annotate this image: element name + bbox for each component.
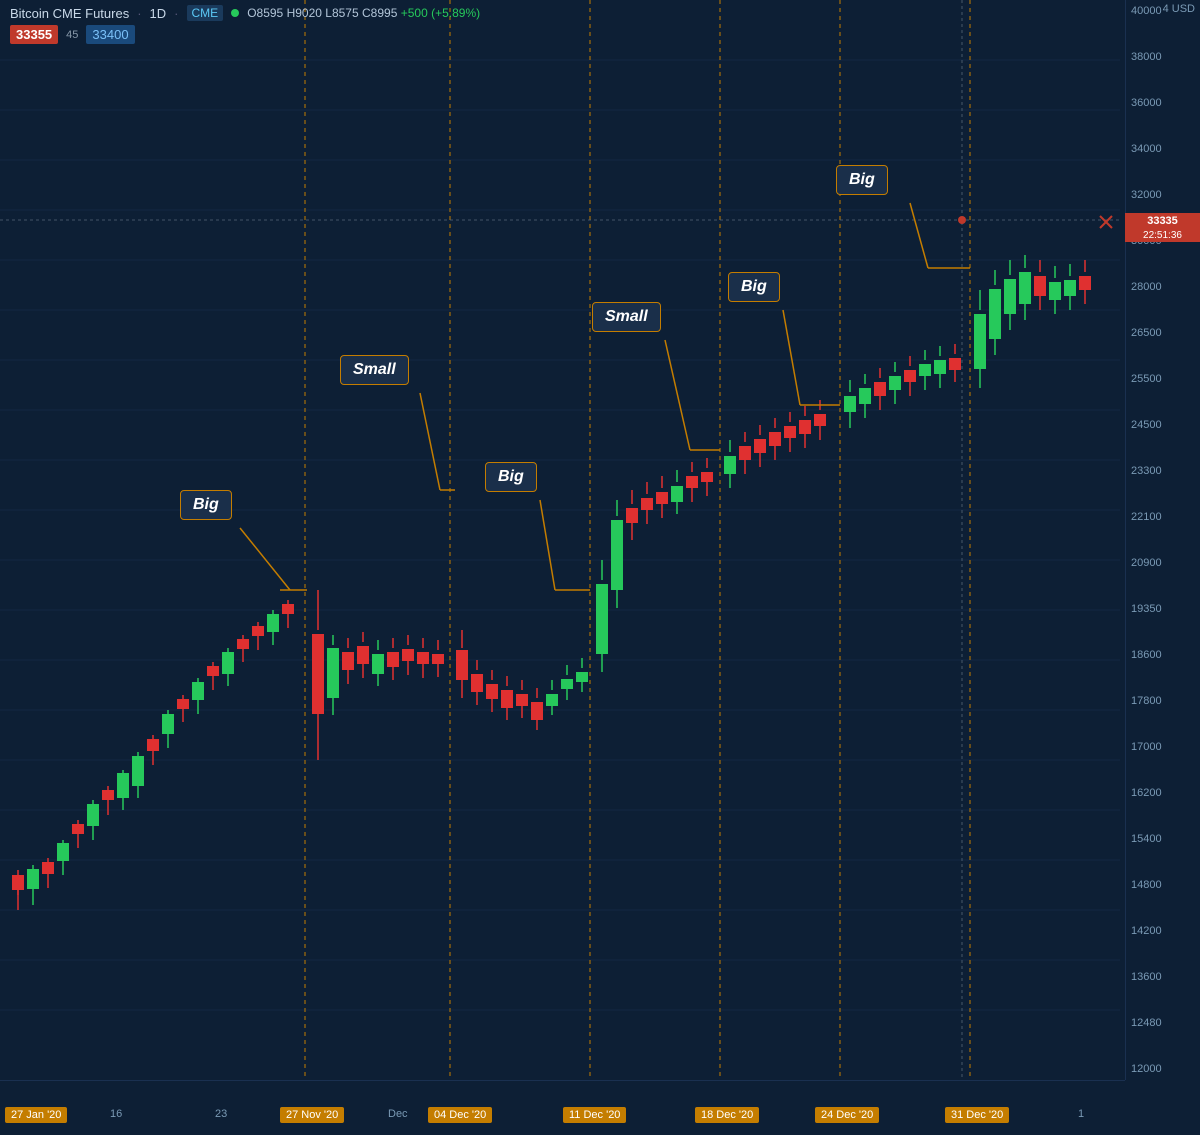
date-badge-jan: 27 Jan '20 [5,1107,67,1123]
exchange-badge: CME [187,5,224,21]
date-label-1: 1 [1078,1108,1084,1120]
price-level-28000: 28000 [1131,281,1195,293]
price-level-17800: 17800 [1131,695,1195,707]
chart-title: Bitcoin CME Futures [10,6,129,21]
date-label-23: 23 [215,1108,227,1120]
price-level-17000: 17000 [1131,741,1195,753]
annotation-big-3: Big [728,272,780,302]
annotation-big-2: Big [485,462,537,492]
price-level-12000: 12000 [1131,1063,1195,1075]
date-badge-nov27: 27 Nov '20 [280,1107,344,1123]
date-label-16: 16 [110,1108,122,1120]
price-row: 33355 45 33400 [10,25,1190,44]
candles-svg [0,0,1120,1080]
date-badge-dec4: 04 Dec '20 [428,1107,492,1123]
price-level-18600: 18600 [1131,649,1195,661]
current-price-time: 22:51:36 [1125,229,1200,242]
date-badge-dec18: 18 Dec '20 [695,1107,759,1123]
annotation-big-1: Big [180,490,232,520]
chart-container: Bitcoin CME Futures · 1D · CME O8595 H90… [0,0,1200,1135]
price-level-13600: 13600 [1131,971,1195,983]
current-price-value: 33335 [1125,213,1200,229]
date-badge-dec31: 31 Dec '20 [945,1107,1009,1123]
price-level-16200: 16200 [1131,787,1195,799]
price-level-19350: 19350 [1131,603,1195,615]
chart-header: Bitcoin CME Futures · 1D · CME O8595 H90… [0,0,1200,60]
price-badge-red: 33355 [10,25,58,44]
price-axis: 40000 38000 36000 34000 32000 30000 2800… [1125,0,1200,1080]
price-level-12480: 12480 [1131,1017,1195,1029]
price-level-23300: 23300 [1131,465,1195,477]
annotation-small-1: Small [340,355,409,385]
live-dot [231,9,239,17]
price-level-24500: 24500 [1131,419,1195,431]
price-level-15400: 15400 [1131,833,1195,845]
ohlc-values: O8595 H9020 L8575 C8995 +500 (+5.89%) [247,6,480,20]
annotation-big-4: Big [836,165,888,195]
price-level-14800: 14800 [1131,879,1195,891]
timeframe-label: 1D [150,6,167,21]
title-row: Bitcoin CME Futures · 1D · CME O8595 H90… [10,5,1190,21]
price-label-small: 45 [66,29,78,41]
candles-area: Big Small Big Small [0,0,1120,1080]
ohlc-change: +500 (+5.89%) [401,6,480,20]
current-price-marker: 33335 22:51:36 [1125,213,1200,242]
price-level-26500: 26500 [1131,327,1195,339]
price-level-25500: 25500 [1131,373,1195,385]
price-level-32000: 32000 [1131,189,1195,201]
date-axis: 27 Jan '20 16 23 27 Nov '20 Dec 04 Dec '… [0,1080,1125,1135]
annotation-small-2: Small [592,302,661,332]
date-label-dec: Dec [388,1108,408,1120]
date-badge-dec24: 24 Dec '20 [815,1107,879,1123]
price-level-20900: 20900 [1131,557,1195,569]
price-level-36000: 36000 [1131,97,1195,109]
price-level-34000: 34000 [1131,143,1195,155]
price-level-14200: 14200 [1131,925,1195,937]
scale-label: 4 USD [1158,0,1200,18]
date-badge-dec11: 11 Dec '20 [563,1107,626,1123]
price-badge-blue: 33400 [86,25,134,44]
price-level-22100: 22100 [1131,511,1195,523]
